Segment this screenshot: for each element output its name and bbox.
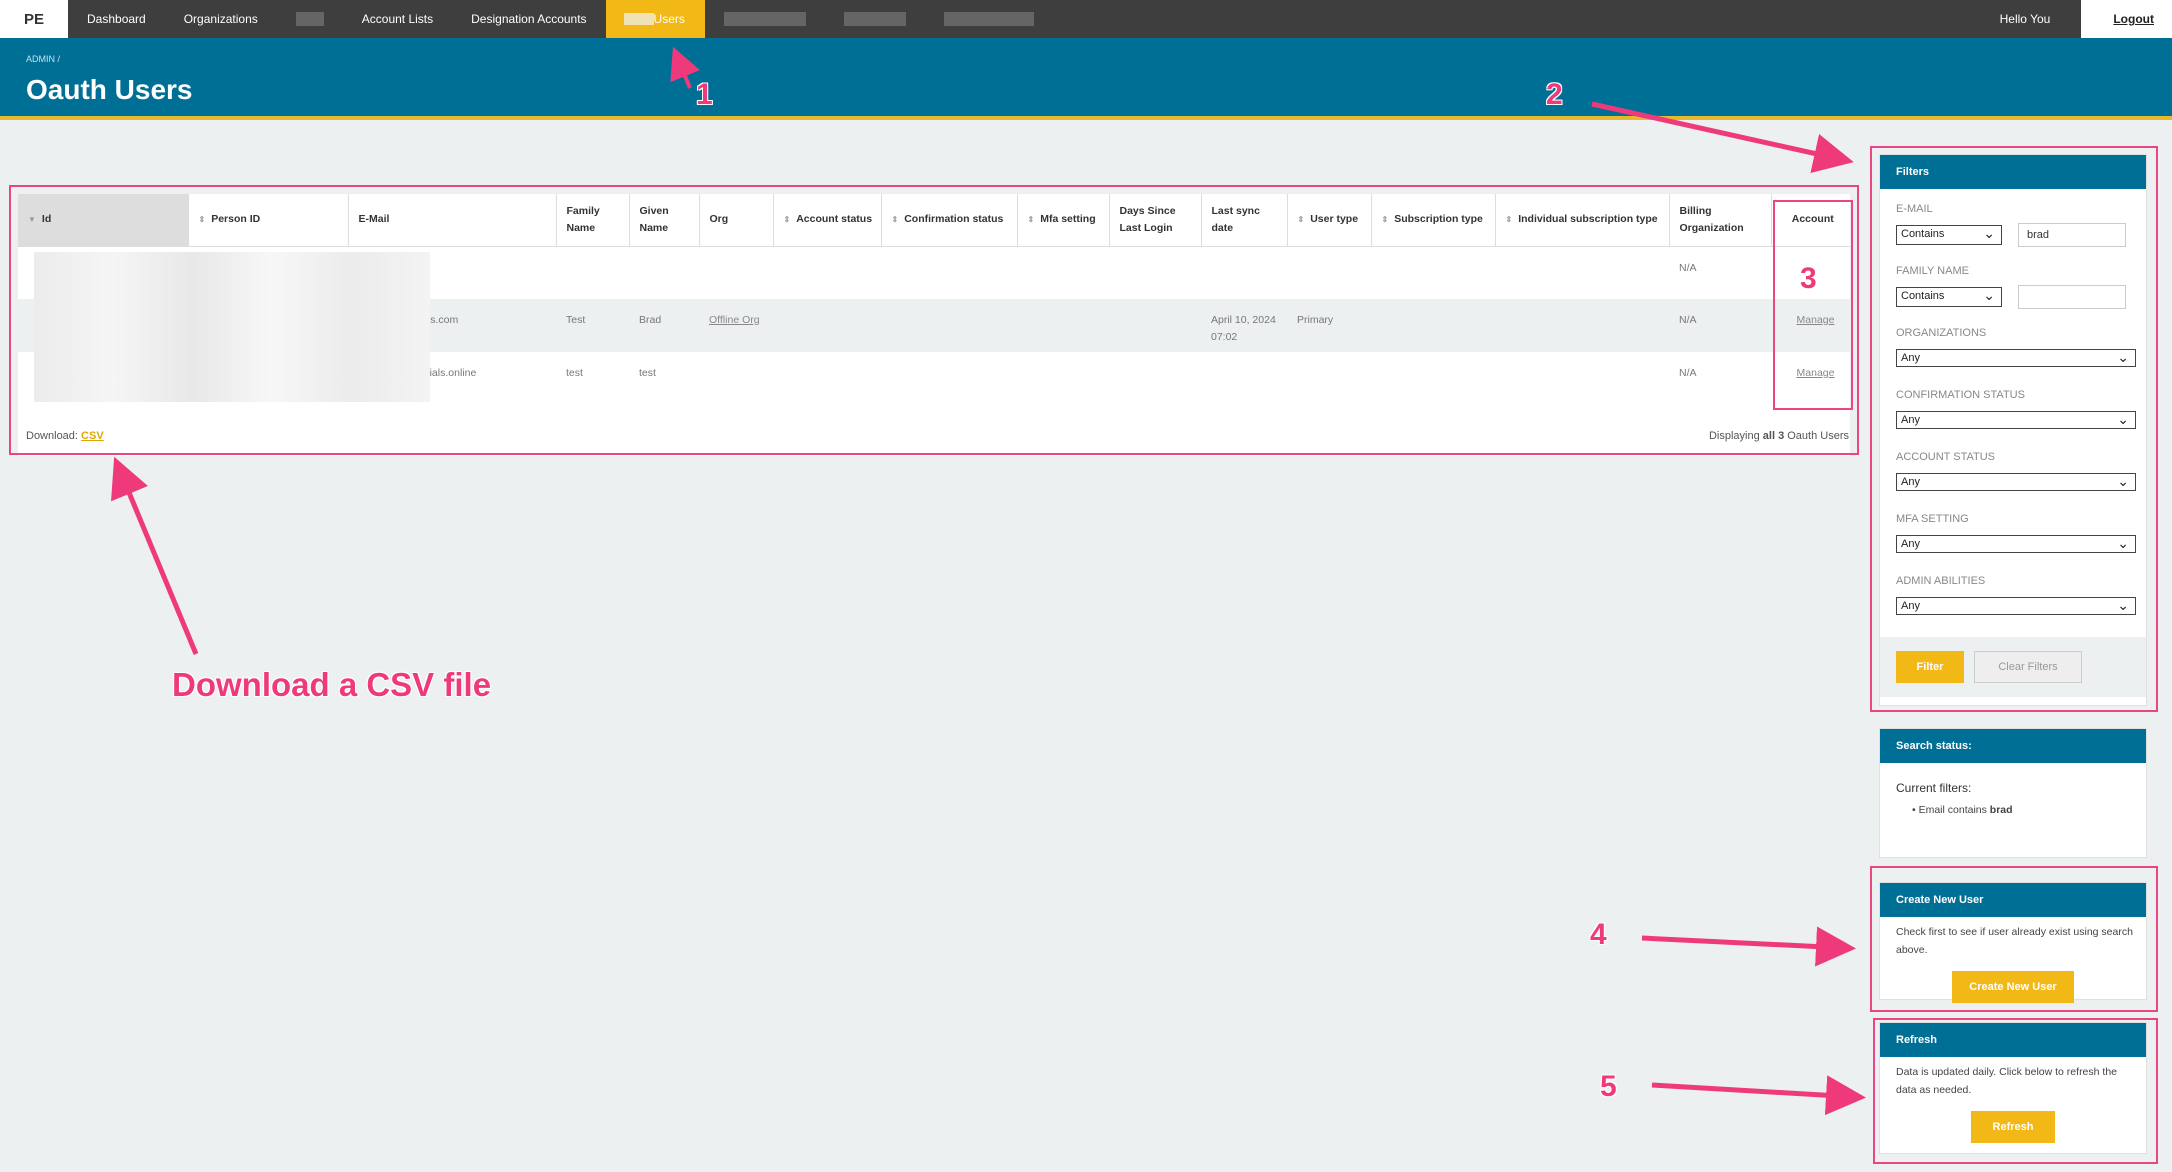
- csv-annotation: Download a CSV file: [172, 666, 492, 703]
- annotation-2: 2: [1546, 78, 1563, 111]
- annotation-5: 5: [1600, 1070, 1617, 1103]
- annotation-arrows: [111, 46, 1866, 1116]
- annotation-3: 3: [1800, 262, 1817, 295]
- annotation-4: 4: [1590, 918, 1607, 951]
- annotation-1: 1: [696, 78, 713, 111]
